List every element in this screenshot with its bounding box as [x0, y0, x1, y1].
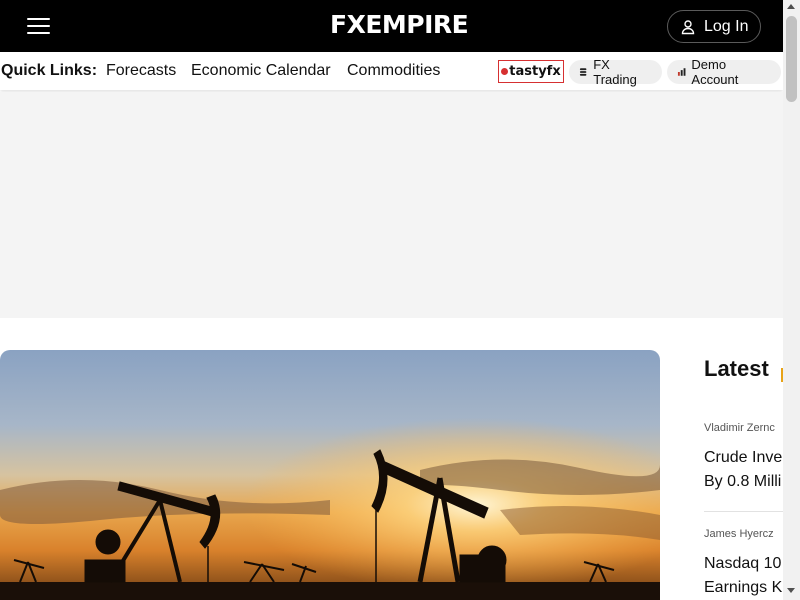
- article-headline-line[interactable]: By 0.8 Milli: [704, 470, 781, 494]
- quick-link-economic-calendar[interactable]: Economic Calendar: [191, 62, 331, 80]
- site-logo[interactable]: FXEMPIRE: [330, 9, 469, 41]
- article-headline-line[interactable]: Nasdaq 10: [704, 552, 781, 576]
- quick-links-bar: Quick Links: Forecasts Economic Calendar…: [0, 52, 783, 90]
- ad-placeholder: [0, 92, 783, 318]
- divider: [704, 511, 783, 512]
- quick-link-commodities[interactable]: Commodities: [347, 62, 440, 80]
- quick-link-forecasts[interactable]: Forecasts: [106, 62, 176, 80]
- bar-chart-icon: [677, 68, 686, 76]
- tastyfx-logo-icon: [501, 68, 509, 75]
- tastyfx-sponsor-link[interactable]: tastyfx: [498, 60, 564, 83]
- demo-account-pill[interactable]: Demo Account: [667, 57, 781, 87]
- quick-links-label: Quick Links:: [1, 62, 98, 79]
- fx-trading-label: FX Trading: [593, 57, 637, 87]
- article-headline-line[interactable]: Crude Inve: [704, 446, 782, 470]
- page-scrollbar[interactable]: [783, 0, 800, 600]
- scroll-thumb[interactable]: [786, 16, 797, 102]
- page: FXEMPIRE Log In Quick Links: Forecasts E…: [0, 0, 800, 600]
- tastyfx-label: tastyfx: [509, 64, 561, 79]
- article-headline-line[interactable]: Earnings K: [704, 576, 782, 600]
- login-label: Log In: [704, 17, 749, 35]
- scroll-down-arrow-icon[interactable]: [787, 588, 795, 593]
- hamburger-menu-icon[interactable]: [27, 16, 51, 36]
- demo-account-label: Demo Account: [691, 57, 739, 87]
- article-author[interactable]: Vladimir Zernc: [704, 422, 775, 434]
- user-icon: [681, 19, 695, 34]
- top-header-bar: FXEMPIRE Log In: [0, 0, 783, 52]
- latest-heading: Latest: [704, 356, 769, 381]
- fx-trading-pill[interactable]: FX Trading: [569, 57, 662, 87]
- coins-icon: [579, 68, 587, 76]
- oil-pumpjacks-sunset-image: [0, 350, 660, 600]
- hero-article-image[interactable]: [0, 350, 660, 600]
- login-button[interactable]: Log In: [667, 10, 761, 43]
- scroll-up-arrow-icon[interactable]: [787, 4, 795, 9]
- article-author[interactable]: James Hyercz: [704, 528, 774, 540]
